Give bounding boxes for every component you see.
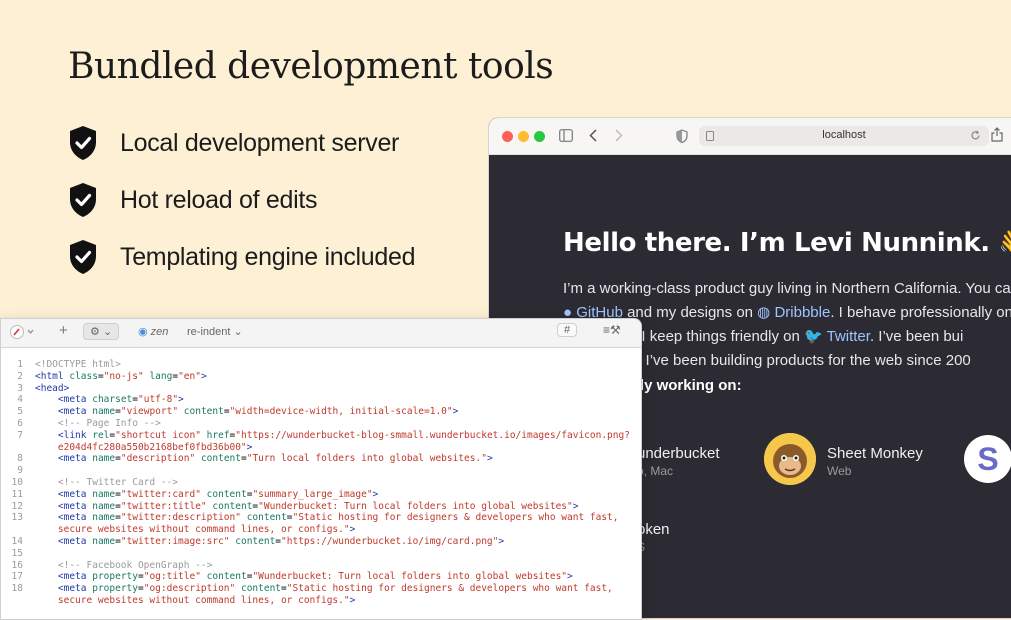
editor-toolbar: + ⚙ ⌄ ◉ zen re-indent ⌄ # ≡⚒ [1, 319, 641, 348]
shield-check-icon [70, 183, 96, 217]
code-line: 5 <meta name="viewport" content="width=d… [17, 406, 459, 418]
zen-mode-button[interactable]: ◉ zen [138, 325, 168, 338]
back-icon[interactable] [589, 129, 597, 142]
code-line: e204d4fc280a550b2168bef0fbd36b00"> [57, 441, 253, 453]
code-line: 13 <meta name="twitter:description" cont… [11, 512, 619, 524]
intro-text: . I behave professionally on [830, 304, 1011, 321]
code-line: 15 [11, 547, 23, 559]
reindent-button[interactable]: re-indent ⌄ [187, 325, 243, 338]
code-line: 10 <!-- Twitter Card --> [11, 476, 178, 488]
add-icon[interactable]: + [59, 322, 68, 339]
share-icon[interactable] [991, 127, 1003, 142]
close-window-button[interactable] [502, 131, 513, 142]
feature-item: Templating engine included [68, 238, 416, 276]
project-platforms: b, Mac [637, 464, 674, 478]
reload-icon[interactable] [970, 130, 981, 141]
url-text: localhost [822, 129, 866, 141]
feature-label: Local development server [120, 128, 400, 157]
code-line: 1 <!DOCTYPE html> [17, 359, 121, 370]
zoom-window-button[interactable] [534, 131, 545, 142]
symbol-navigator-button[interactable]: # [557, 323, 578, 337]
code-line: 12 <meta name="twitter:title" content="W… [11, 500, 579, 512]
gear-icon: ⚙ [90, 326, 100, 338]
minimize-window-button[interactable] [518, 131, 529, 142]
compass-icon [10, 325, 34, 339]
code-line: secure websites without command lines, o… [57, 524, 356, 536]
code-line: 18 <meta property="og:description" conte… [11, 583, 613, 595]
twitter-link[interactable]: Twitter [827, 328, 870, 345]
dribbble-icon: ◍ [757, 304, 771, 321]
feature-item: Local development server [68, 124, 415, 162]
code-line: 2 <html class="no-js" lang="en"> [17, 370, 207, 382]
globe-icon: ◉ [138, 326, 148, 338]
shield-check-icon [70, 240, 96, 274]
code-line: 17 <meta property="og:title" content="Wu… [11, 571, 573, 583]
settings-button[interactable]: ⚙ ⌄ [83, 323, 120, 340]
code-line: 14 <meta name="twitter:image:src" conten… [11, 535, 505, 547]
app-menu-button[interactable] [9, 324, 35, 343]
intro-line: I’m a working-class product guy living i… [563, 280, 1011, 297]
feature-label: Hot reload of edits [120, 185, 318, 214]
sidebar-icon[interactable] [559, 129, 573, 142]
code-line: 3 <head> [17, 382, 70, 394]
feature-label: Templating engine included [120, 242, 416, 271]
dribbble-link[interactable]: Dribbble [774, 304, 830, 321]
code-editor-window: + ⚙ ⌄ ◉ zen re-indent ⌄ # ≡⚒ 1 <!DOCTYPE … [0, 318, 642, 620]
code-area[interactable]: 1 <!DOCTYPE html> 2 <html class="no-js" la… [1, 359, 630, 607]
code-line: 8 <meta name="description" content="Turn… [17, 453, 493, 465]
intro-text: . I’ve been bui [869, 328, 964, 345]
project-wunderbucket[interactable]: underbucket b, Mac [637, 445, 720, 478]
hero-heading: Hello there. I’m Levi Nunnink. 👋 [563, 228, 1011, 258]
page-headline: Bundled development tools [68, 46, 554, 87]
code-line: 4 <meta charset="utf-8"> [17, 394, 184, 406]
s-logo-icon: S [977, 440, 999, 477]
project-platforms: Web [827, 464, 852, 478]
forward-icon[interactable] [615, 129, 623, 142]
shield-check-icon [70, 126, 96, 160]
project-name: Sheet Monkey [827, 445, 923, 462]
code-line: secure websites without command lines, o… [57, 594, 356, 606]
monkey-icon [764, 433, 816, 485]
code-line: 7 <link rel="shortcut icon" href="https:… [17, 429, 630, 441]
sheet-monkey-avatar[interactable] [764, 433, 816, 485]
twitter-icon: 🐦 [804, 328, 823, 345]
code-line: 9 [17, 465, 23, 477]
feature-list: Local development server Hot reload of e… [68, 124, 416, 295]
project-sheet-monkey[interactable]: Sheet Monkey Web [827, 445, 923, 478]
list-wrench-icon[interactable]: ≡⚒ [603, 323, 621, 337]
chevron-down-icon: ⌄ [233, 326, 243, 338]
code-line: 11 <meta name="twitter:card" content="su… [11, 488, 379, 500]
browser-toolbar: localhost [489, 118, 1011, 155]
privacy-shield-icon[interactable] [676, 129, 688, 143]
feature-item: Hot reload of edits [68, 181, 415, 219]
reindent-label: re-indent [187, 326, 231, 338]
code-line: 6 <!-- Page Info --> [17, 417, 161, 429]
chevron-down-icon: ⌄ [102, 326, 113, 338]
address-bar[interactable]: localhost [699, 126, 989, 146]
zen-label: zen [150, 326, 169, 338]
project-name: underbucket [637, 445, 720, 462]
intro-text: and my designs on [622, 304, 758, 321]
third-project-avatar[interactable]: S [964, 435, 1011, 483]
code-line: 16 <!-- Facebook OpenGraph --> [11, 559, 213, 571]
